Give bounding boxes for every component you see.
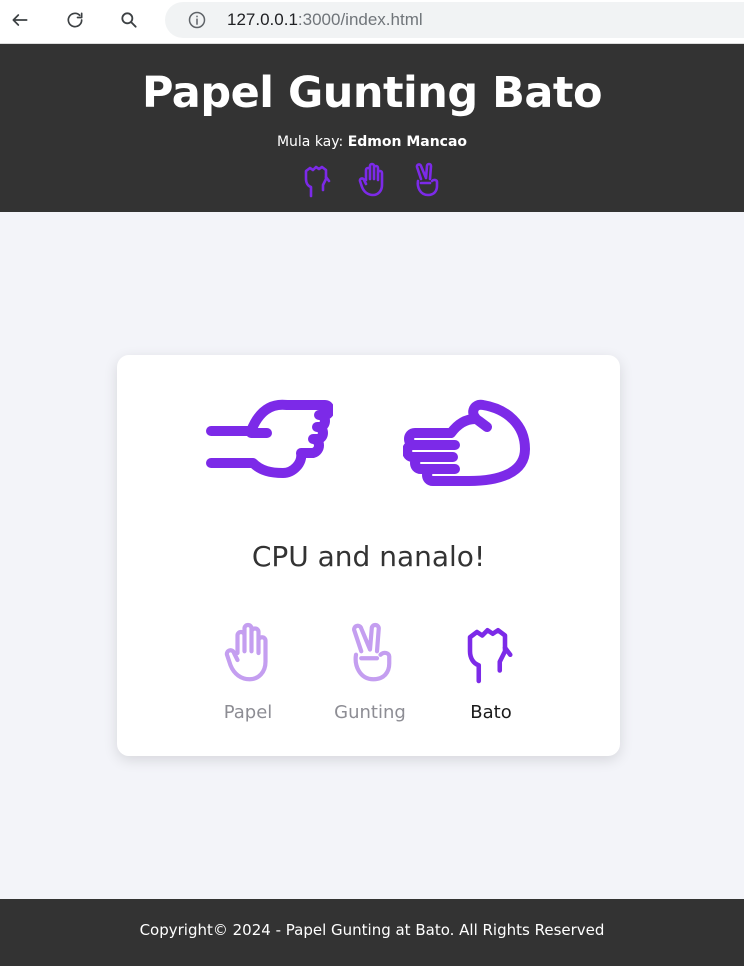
open-hand-sideways-icon: [402, 399, 530, 486]
choice-gunting[interactable]: Gunting: [320, 620, 420, 723]
cpu-hand: [402, 395, 531, 499]
copyright-text: Copyright© 2024 - Papel Gunting at Bato.…: [139, 921, 605, 939]
choice-papel[interactable]: Papel: [198, 620, 298, 723]
search-icon: [121, 12, 137, 28]
fist-icon: [467, 627, 513, 684]
author-name: Edmon Mancao: [347, 134, 468, 150]
reload-button[interactable]: [60, 6, 90, 34]
address-bar[interactable]: 127.0.0.1:3000/index.html: [165, 2, 744, 38]
fist-icon: [304, 165, 331, 198]
url-text[interactable]: 127.0.0.1:3000/index.html: [227, 10, 423, 30]
open-hand-icon: [358, 162, 384, 197]
site-footer: Copyright© 2024 - Papel Gunting at Bato.…: [0, 899, 744, 966]
choice-label: Bato: [470, 702, 512, 723]
browser-toolbar: 127.0.0.1:3000/index.html: [0, 0, 744, 44]
back-button[interactable]: [5, 6, 35, 34]
byline-prefix: Mula kay:: [276, 134, 348, 150]
peace-hand-icon: [352, 622, 392, 682]
url-host: 127.0.0.1: [227, 10, 298, 29]
peace-hand-icon: [415, 162, 439, 197]
choice-label: Gunting: [334, 702, 406, 723]
back-arrow-icon: [12, 14, 28, 26]
player-hand: [205, 395, 335, 499]
info-icon[interactable]: [187, 10, 207, 30]
page-title: Papel Gunting Bato: [141, 68, 603, 118]
reload-icon: [67, 12, 83, 28]
search-button[interactable]: [114, 6, 144, 34]
open-hand-icon: [224, 622, 268, 682]
header-icons: [302, 162, 442, 198]
choice-bato[interactable]: Bato: [441, 620, 541, 723]
url-path: :3000/index.html: [297, 10, 423, 29]
game-card: CPU and nanalo! Papel Gunting Bato: [117, 355, 620, 756]
byline: Mula kay: Edmon Mancao: [0, 134, 744, 150]
site-header: Papel Gunting Bato Mula kay: Edmon Manca…: [0, 44, 744, 212]
choice-label: Papel: [223, 702, 273, 723]
result-message: CPU and nanalo!: [251, 540, 486, 573]
fist-sideways-icon: [206, 399, 335, 478]
